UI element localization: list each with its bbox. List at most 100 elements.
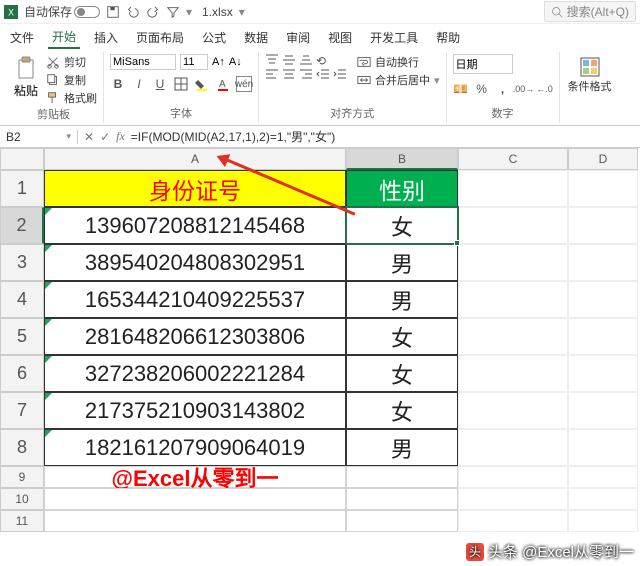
align-top-icon[interactable]: [265, 54, 279, 66]
border-button[interactable]: [173, 76, 189, 92]
enter-icon[interactable]: ✓: [100, 130, 110, 144]
cell-B8[interactable]: 男: [346, 429, 458, 466]
cell-B9[interactable]: [346, 466, 458, 488]
currency-icon[interactable]: 💴: [453, 81, 469, 97]
cell-B7[interactable]: 女: [346, 392, 458, 429]
cell-A1[interactable]: 身份证号: [44, 170, 346, 207]
formula-input[interactable]: =IF(MOD(MID(A2,17,1),2)=1,"男","女"): [131, 128, 335, 145]
cell-C3[interactable]: [458, 244, 568, 281]
align-left-icon[interactable]: [265, 68, 279, 80]
cell-B2[interactable]: 女: [346, 207, 458, 244]
cell-C1[interactable]: [458, 170, 568, 207]
number-format-select[interactable]: 日期: [453, 54, 513, 74]
row-header-8[interactable]: 8: [0, 429, 44, 466]
menu-view[interactable]: 视图: [324, 27, 356, 48]
cell-B5[interactable]: 女: [346, 318, 458, 355]
cell-D4[interactable]: [568, 281, 638, 318]
row-header-4[interactable]: 4: [0, 281, 44, 318]
font-family-select[interactable]: MiSans: [110, 54, 176, 70]
row-header-1[interactable]: 1: [0, 170, 44, 207]
autosave-toggle[interactable]: 自动保存: [24, 3, 100, 20]
cell-A6[interactable]: 327238206002221284: [44, 355, 346, 392]
indent-dec-icon[interactable]: [316, 68, 330, 80]
cell-D7[interactable]: [568, 392, 638, 429]
col-header-B[interactable]: B: [346, 148, 458, 170]
col-header-A[interactable]: A: [44, 148, 346, 170]
row-header-6[interactable]: 6: [0, 355, 44, 392]
menu-home[interactable]: 开始: [48, 26, 80, 49]
wrap-text-button[interactable]: 自动换行: [357, 54, 440, 70]
menu-help[interactable]: 帮助: [432, 27, 464, 48]
font-size-select[interactable]: 11: [180, 54, 208, 70]
cell-B10[interactable]: [346, 488, 458, 510]
decrease-decimal-icon[interactable]: ←.0: [537, 81, 553, 97]
underline-button[interactable]: U: [152, 76, 168, 92]
format-painter-button[interactable]: 格式刷: [46, 90, 97, 106]
cell-D6[interactable]: [568, 355, 638, 392]
cell-A9[interactable]: @Excel从零到一: [44, 466, 346, 488]
row-header-11[interactable]: 11: [0, 510, 44, 532]
fill-color-button[interactable]: [194, 76, 210, 92]
fx-icon[interactable]: fx: [116, 129, 125, 144]
align-center-icon[interactable]: [282, 68, 296, 80]
row-header-3[interactable]: 3: [0, 244, 44, 281]
cell-A11[interactable]: [44, 510, 346, 532]
cell-C2[interactable]: [458, 207, 568, 244]
copy-button[interactable]: 复制: [46, 72, 97, 88]
cell-C9[interactable]: [458, 466, 568, 488]
search-box[interactable]: 搜索(Alt+Q): [544, 1, 636, 22]
cell-A3[interactable]: 389540204808302951: [44, 244, 346, 281]
cell-D2[interactable]: [568, 207, 638, 244]
cell-C6[interactable]: [458, 355, 568, 392]
filter-icon[interactable]: [166, 5, 180, 19]
increase-font-icon[interactable]: A↑: [212, 56, 225, 68]
cell-B11[interactable]: [346, 510, 458, 532]
increase-decimal-icon[interactable]: .00→: [516, 81, 532, 97]
menu-dev[interactable]: 开发工具: [366, 27, 422, 48]
cell-C10[interactable]: [458, 488, 568, 510]
menu-formula[interactable]: 公式: [198, 27, 230, 48]
row-header-5[interactable]: 5: [0, 318, 44, 355]
cell-B6[interactable]: 女: [346, 355, 458, 392]
cell-C5[interactable]: [458, 318, 568, 355]
menu-file[interactable]: 文件: [6, 27, 38, 48]
comma-icon[interactable]: ,: [495, 81, 511, 97]
cell-D3[interactable]: [568, 244, 638, 281]
conditional-format-button[interactable]: 条件格式: [566, 54, 614, 96]
align-bottom-icon[interactable]: [299, 54, 313, 66]
cell-D9[interactable]: [568, 466, 638, 488]
align-right-icon[interactable]: [299, 68, 313, 80]
worksheet[interactable]: ABCD1身份证号性别2139607208812145468女338954020…: [0, 148, 640, 566]
row-header-9[interactable]: 9: [0, 466, 44, 488]
cell-A4[interactable]: 165344210409225537: [44, 281, 346, 318]
cell-C4[interactable]: [458, 281, 568, 318]
row-header-7[interactable]: 7: [0, 392, 44, 429]
indent-inc-icon[interactable]: [333, 68, 347, 80]
menu-insert[interactable]: 插入: [90, 27, 122, 48]
cell-B4[interactable]: 男: [346, 281, 458, 318]
phonetic-button[interactable]: wén: [236, 76, 252, 92]
cell-C11[interactable]: [458, 510, 568, 532]
cell-A5[interactable]: 281648206612303806: [44, 318, 346, 355]
paste-button[interactable]: 粘贴: [10, 54, 42, 101]
italic-button[interactable]: I: [131, 76, 147, 92]
cell-D8[interactable]: [568, 429, 638, 466]
decrease-font-icon[interactable]: A↓: [229, 56, 242, 68]
cell-D10[interactable]: [568, 488, 638, 510]
cell-B3[interactable]: 男: [346, 244, 458, 281]
cell-B1[interactable]: 性别: [346, 170, 458, 207]
cell-D11[interactable]: [568, 510, 638, 532]
cell-A2[interactable]: 139607208812145468: [44, 207, 346, 244]
undo-icon[interactable]: [126, 5, 140, 19]
col-header-C[interactable]: C: [458, 148, 568, 170]
menu-data[interactable]: 数据: [240, 27, 272, 48]
row-header-2[interactable]: 2: [0, 207, 44, 244]
menu-review[interactable]: 审阅: [282, 27, 314, 48]
save-icon[interactable]: [106, 5, 120, 19]
cell-D1[interactable]: [568, 170, 638, 207]
cell-C7[interactable]: [458, 392, 568, 429]
row-header-10[interactable]: 10: [0, 488, 44, 510]
percent-icon[interactable]: %: [474, 81, 490, 97]
cut-button[interactable]: 剪切: [46, 54, 97, 70]
cell-C8[interactable]: [458, 429, 568, 466]
